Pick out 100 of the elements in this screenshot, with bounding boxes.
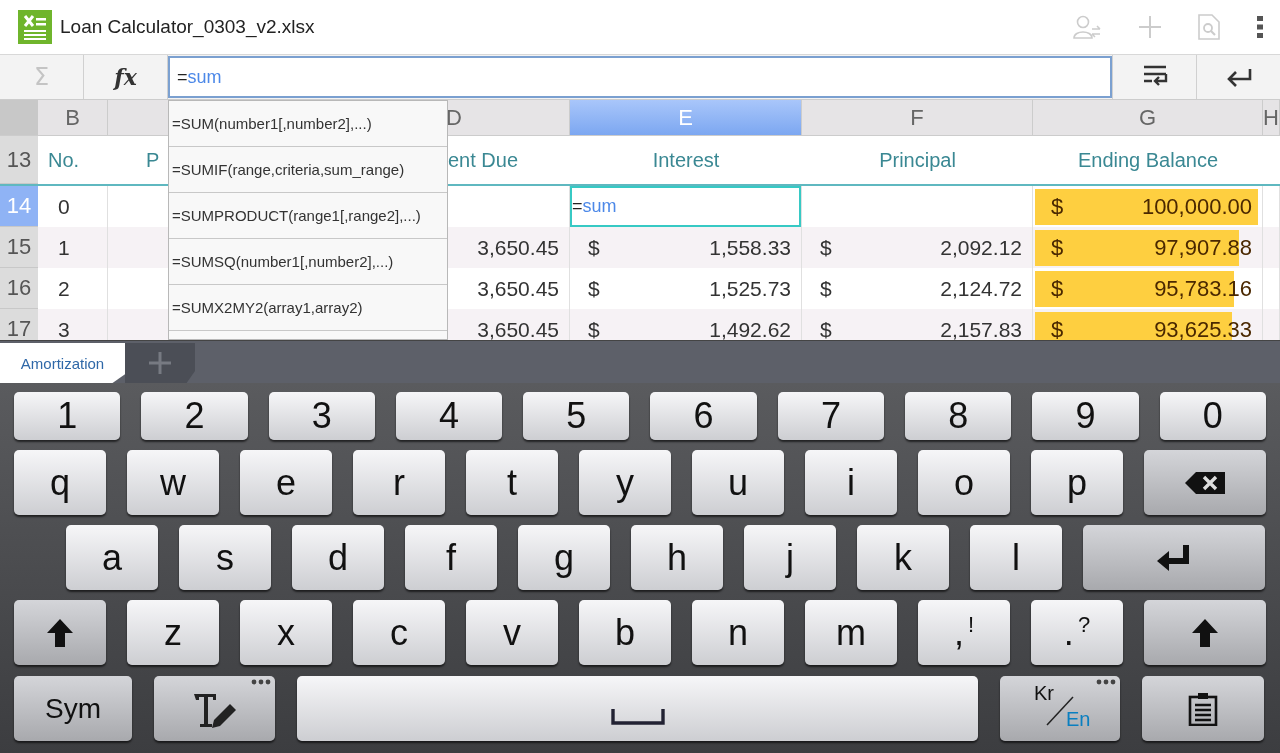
keyboard-key[interactable]: d <box>292 525 384 590</box>
column-title: P <box>146 148 160 172</box>
keyboard-key[interactable]: f <box>405 525 497 590</box>
enter-icon <box>1225 67 1252 87</box>
shift-key[interactable] <box>14 600 106 665</box>
keyboard-key[interactable]: 1 <box>14 392 121 440</box>
suggestion-item[interactable]: =SUMX2MY2(array1,array2) <box>169 285 447 331</box>
keyboard-key[interactable]: j <box>744 525 836 590</box>
keyboard-key[interactable]: g <box>518 525 610 590</box>
keyboard-key[interactable]: 6 <box>650 392 757 440</box>
table-cell-text: 2,092.12 <box>940 235 1023 260</box>
table-cell-text: 3,650.45 <box>477 317 560 340</box>
keyboard-key[interactable]: 8 <box>905 392 1012 440</box>
keyboard-key[interactable]: 5 <box>523 392 630 440</box>
language-key[interactable]: Kr En <box>1000 676 1120 741</box>
keyboard-key[interactable]: c <box>353 600 445 665</box>
keyboard-key[interactable]: r <box>353 450 445 515</box>
shift-arrow-icon <box>1191 617 1219 648</box>
keyboard-key[interactable]: a <box>66 525 158 590</box>
keyboard-key[interactable]: s <box>179 525 271 590</box>
currency-sign: $ <box>1050 275 1064 302</box>
keyboard-key[interactable]: b <box>579 600 671 665</box>
table-cell-text: 2,157.83 <box>940 317 1023 340</box>
keyboard-key[interactable]: 0 <box>1159 392 1266 440</box>
row-header[interactable]: 15 <box>0 227 38 268</box>
keyboard-key[interactable]: w <box>127 450 219 515</box>
currency-sign: $ <box>587 235 600 260</box>
column-header[interactable]: G <box>1033 100 1263 135</box>
column-header[interactable]: B <box>38 100 108 135</box>
currency-sign: $ <box>819 317 832 340</box>
currency-sign: $ <box>1050 316 1064 340</box>
add-icon <box>148 351 172 375</box>
clipboard-icon <box>1188 691 1218 726</box>
keyboard-key[interactable]: m <box>805 600 897 665</box>
keyboard-key[interactable]: 7 <box>777 392 885 440</box>
backspace-icon <box>1184 470 1226 495</box>
suggestion-item[interactable]: =SUMPRODUCT(range1[,range2],...) <box>169 193 447 239</box>
backspace-key[interactable] <box>1144 450 1266 515</box>
column-title: No. <box>48 148 80 172</box>
keyboard-key[interactable]: z <box>127 600 219 665</box>
table-cell: 0 <box>58 194 70 219</box>
keyboard-key[interactable]: ,$^{!}$ <box>918 600 1010 665</box>
more-menu-icon[interactable] <box>1256 15 1264 39</box>
table-cell-text: 3,650.45 <box>477 276 560 301</box>
enter-icon <box>1156 542 1192 573</box>
keyboard-key[interactable]: i <box>805 450 897 515</box>
row-header[interactable]: 13 <box>0 136 38 184</box>
cell-editor[interactable]: =sum <box>570 186 801 227</box>
keyboard-key[interactable]: q <box>14 450 106 515</box>
table-cell-text: 3,650.45 <box>477 235 560 260</box>
currency-sign: $ <box>819 276 832 301</box>
sheet-tab[interactable]: Amortization <box>0 343 125 383</box>
keyboard-key[interactable]: 9 <box>1032 392 1139 440</box>
column-header[interactable]: F <box>802 100 1033 135</box>
table-cell-text: 1,492.62 <box>709 317 792 340</box>
table-cell: 2 <box>58 276 70 301</box>
keyboard-key[interactable]: 3 <box>268 392 375 440</box>
keyboard-key[interactable]: p <box>1031 450 1123 515</box>
clipboard-key[interactable] <box>1142 676 1264 741</box>
row-header[interactable]: 17 <box>0 309 38 340</box>
keyboard-key[interactable]: Sym <box>14 676 132 741</box>
spreadsheet-app-icon <box>18 10 52 44</box>
shift-key[interactable] <box>1144 600 1266 665</box>
keyboard-key[interactable]: l <box>970 525 1062 590</box>
table-cell: 1 <box>58 235 70 260</box>
suggestion-item[interactable]: =SUMIF(range,criteria,sum_range) <box>169 147 447 193</box>
keyboard-key[interactable]: o <box>918 450 1010 515</box>
keyboard-key[interactable]: y <box>579 450 671 515</box>
shift-arrow-icon <box>46 617 74 648</box>
keyboard-key[interactable]: e <box>240 450 332 515</box>
keyboard-key[interactable]: h <box>631 525 723 590</box>
enter-key[interactable] <box>1083 525 1265 590</box>
table-cell-text: 100,000.00 <box>1141 193 1253 220</box>
keyboard-key[interactable]: x <box>240 600 332 665</box>
keyboard-key[interactable]: n <box>692 600 784 665</box>
table-cell-text: 1,558.33 <box>709 235 792 260</box>
keyboard-key[interactable]: 2 <box>141 392 248 440</box>
currency-sign: $ <box>1050 193 1064 220</box>
row-header[interactable]: 16 <box>0 268 38 309</box>
column-title: Ending Balance <box>1077 148 1219 172</box>
column-title: ent Due <box>448 148 519 172</box>
keyboard-key[interactable]: v <box>466 600 558 665</box>
more-options-icon <box>1096 679 1116 685</box>
space-bar-icon <box>610 707 665 726</box>
more-options-icon <box>251 679 271 685</box>
keyboard-key[interactable]: .$^{?}$ <box>1031 600 1123 665</box>
table-cell: 3 <box>58 317 70 340</box>
suggestion-item[interactable]: =SUMSQ(number1[,number2],...) <box>169 239 447 285</box>
column-title: Interest <box>652 148 720 172</box>
file-title: Loan Calculator_0303_v2.xlsx <box>60 16 315 38</box>
column-header[interactable]: H <box>1263 100 1280 135</box>
table-cell-text: 2,124.72 <box>940 276 1023 301</box>
formula-field[interactable]: =sum <box>168 56 1112 98</box>
keyboard-key[interactable]: u <box>692 450 784 515</box>
suggestion-item[interactable]: =SUM(number1[,number2],...) <box>169 101 447 147</box>
keyboard-key[interactable]: k <box>857 525 949 590</box>
keyboard-key[interactable]: 4 <box>395 392 503 440</box>
handwriting-key[interactable] <box>154 676 275 741</box>
keyboard-key[interactable]: t <box>466 450 558 515</box>
currency-sign: $ <box>587 317 600 340</box>
